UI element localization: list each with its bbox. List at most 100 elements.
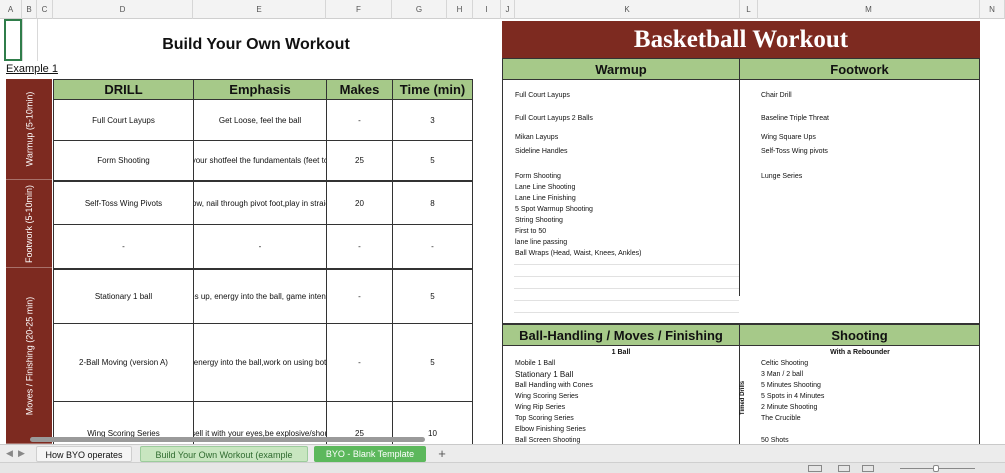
time-cell[interactable]: -	[393, 225, 473, 269]
drill-cell[interactable]: Form Shooting	[53, 141, 194, 181]
page-break-icon[interactable]	[862, 465, 874, 472]
grid-divider	[37, 19, 38, 61]
zoom-slider-handle[interactable]	[933, 465, 939, 472]
column-header-a[interactable]: A	[0, 0, 22, 19]
list-item[interactable]: Ball Screen Shooting	[515, 437, 580, 444]
list-item[interactable]: 5 Spots in 4 Minutes	[761, 393, 824, 400]
column-header-i[interactable]: I	[473, 0, 501, 19]
list-item[interactable]: Form Shooting	[515, 173, 561, 180]
drill-cell[interactable]: 2-Ball Moving (version A)	[53, 324, 194, 402]
time-cell[interactable]: 5	[393, 324, 473, 402]
list-item[interactable]: Celtic Shooting	[761, 360, 808, 367]
list-item[interactable]: Top Scoring Series	[515, 415, 574, 422]
time-cell[interactable]: 5	[393, 269, 473, 324]
selected-cell[interactable]	[4, 19, 22, 61]
list-item[interactable]: Chair Drill	[761, 92, 792, 99]
horizontal-scrollbar[interactable]	[30, 437, 425, 442]
time-cell[interactable]: 3	[393, 100, 473, 141]
drill-cell[interactable]: Stationary 1 ball	[53, 269, 194, 324]
list-item[interactable]: Baseline Triple Threat	[761, 115, 829, 122]
emphasis-cell[interactable]: es up, energy into the ball, game intens	[194, 269, 327, 324]
list-item[interactable]: Lane Line Shooting	[515, 184, 575, 191]
column-header-h[interactable]: H	[447, 0, 473, 19]
list-item[interactable]: Self-Toss Wing pivots	[761, 148, 828, 155]
column-header-d[interactable]: D	[53, 0, 193, 19]
makes-cell[interactable]: 25	[327, 141, 393, 181]
list-item[interactable]: Ball Handling with Cones	[515, 382, 593, 389]
time-cell[interactable]: 8	[393, 181, 473, 225]
drill-cell[interactable]: -	[53, 225, 194, 269]
list-item[interactable]: Full Court Layups	[515, 92, 570, 99]
column-header-m[interactable]: M	[758, 0, 980, 19]
section-footwork-label: Footwork (5-10min)	[24, 184, 34, 263]
grid-divider	[514, 288, 739, 289]
grid-divider	[514, 312, 739, 313]
emphasis-cell[interactable]: your shotfeel the fundamentals (feet to	[194, 141, 327, 181]
column-header-f[interactable]: F	[326, 0, 392, 19]
emphasis-cell[interactable]: low, nail through pivot foot,play in str…	[194, 181, 327, 225]
makes-cell[interactable]: -	[327, 225, 393, 269]
drill-cell[interactable]: Full Court Layups	[53, 100, 194, 141]
grid-divider	[514, 264, 739, 265]
timed-drills-label: Timed Drills	[740, 380, 747, 416]
drill-cell[interactable]: Self-Toss Wing Pivots	[53, 181, 194, 225]
makes-cell[interactable]: -	[327, 324, 393, 402]
prev-sheet-icon[interactable]: ◀	[6, 448, 13, 459]
column-header-l[interactable]: L	[740, 0, 758, 19]
column-divider	[739, 80, 740, 296]
list-item[interactable]: 50 Shots	[761, 437, 789, 444]
right-title: Basketball Workout	[502, 21, 980, 58]
emphasis-cell[interactable]: , energy into the ball,work on using bot…	[194, 324, 327, 402]
emphasis-cell[interactable]: Get Loose, feel the ball	[194, 100, 327, 141]
list-item[interactable]: 3 Man / 2 ball	[761, 371, 803, 378]
list-item[interactable]: Wing Square Ups	[761, 134, 816, 141]
list-item[interactable]: Stationary 1 Ball	[515, 370, 573, 379]
list-item[interactable]: The Crucible	[761, 415, 801, 422]
tab-how-byo[interactable]: How BYO operates	[36, 446, 132, 462]
list-item[interactable]: Lunge Series	[761, 173, 802, 180]
list-item[interactable]: Wing Rip Series	[515, 404, 565, 411]
section-warmup: Warmup (5-10min)	[6, 79, 52, 180]
list-item[interactable]: Mobile 1 Ball	[515, 360, 555, 367]
next-sheet-icon[interactable]: ▶	[18, 448, 25, 459]
list-item[interactable]: 2 Minute Shooting	[761, 404, 817, 411]
column-header-g[interactable]: G	[392, 0, 447, 19]
emphasis-cell[interactable]: -	[194, 225, 327, 269]
list-item[interactable]: Ball Wraps (Head, Waist, Knees, Ankles)	[515, 250, 641, 257]
list-item[interactable]: 5 Minutes Shooting	[761, 382, 821, 389]
time-cell[interactable]: 5	[393, 141, 473, 181]
normal-view-icon[interactable]	[808, 465, 822, 472]
section-warmup-label: Warmup (5-10min)	[24, 91, 34, 167]
left-title: Build Your Own Workout	[162, 36, 350, 53]
column-header-b[interactable]: B	[22, 0, 37, 19]
column-header-e[interactable]: E	[193, 0, 326, 19]
tab-blank-template[interactable]: BYO - Blank Template	[314, 446, 426, 462]
status-bar	[0, 462, 1005, 473]
add-sheet-button[interactable]: +	[432, 446, 452, 462]
list-item[interactable]: Wing Scoring Series	[515, 393, 578, 400]
column-header-j[interactable]: J	[501, 0, 515, 19]
list-item[interactable]: Mikan Layups	[515, 134, 558, 141]
makes-cell[interactable]: -	[327, 100, 393, 141]
list-item[interactable]: Elbow Finishing Series	[515, 426, 586, 433]
column-header-c[interactable]: C	[37, 0, 53, 19]
list-item[interactable]: Full Court Layups 2 Balls	[515, 115, 593, 122]
grid-divider	[22, 19, 23, 61]
tab-example[interactable]: Build Your Own Workout (example	[140, 446, 308, 462]
section-footwork: Footwork (5-10min)	[6, 180, 52, 268]
makes-cell[interactable]: 20	[327, 181, 393, 225]
header-makes: Makes	[327, 79, 393, 100]
grid-divider	[514, 276, 739, 277]
list-item[interactable]: String Shooting	[515, 217, 563, 224]
list-item[interactable]: Lane Line Finishing	[515, 195, 576, 202]
page-layout-icon[interactable]	[838, 465, 850, 472]
list-item[interactable]: Sideline Handles	[515, 148, 568, 155]
list-item[interactable]: 5 Spot Warmup Shooting	[515, 206, 593, 213]
column-header-k[interactable]: K	[515, 0, 740, 19]
example-link[interactable]: Example 1	[6, 63, 58, 75]
column-header-n[interactable]: N	[980, 0, 1005, 19]
list-item[interactable]: First to 50	[515, 228, 546, 235]
list-item[interactable]: lane line passing	[515, 239, 567, 246]
makes-cell[interactable]: -	[327, 269, 393, 324]
warmup-header: Warmup	[502, 58, 740, 80]
